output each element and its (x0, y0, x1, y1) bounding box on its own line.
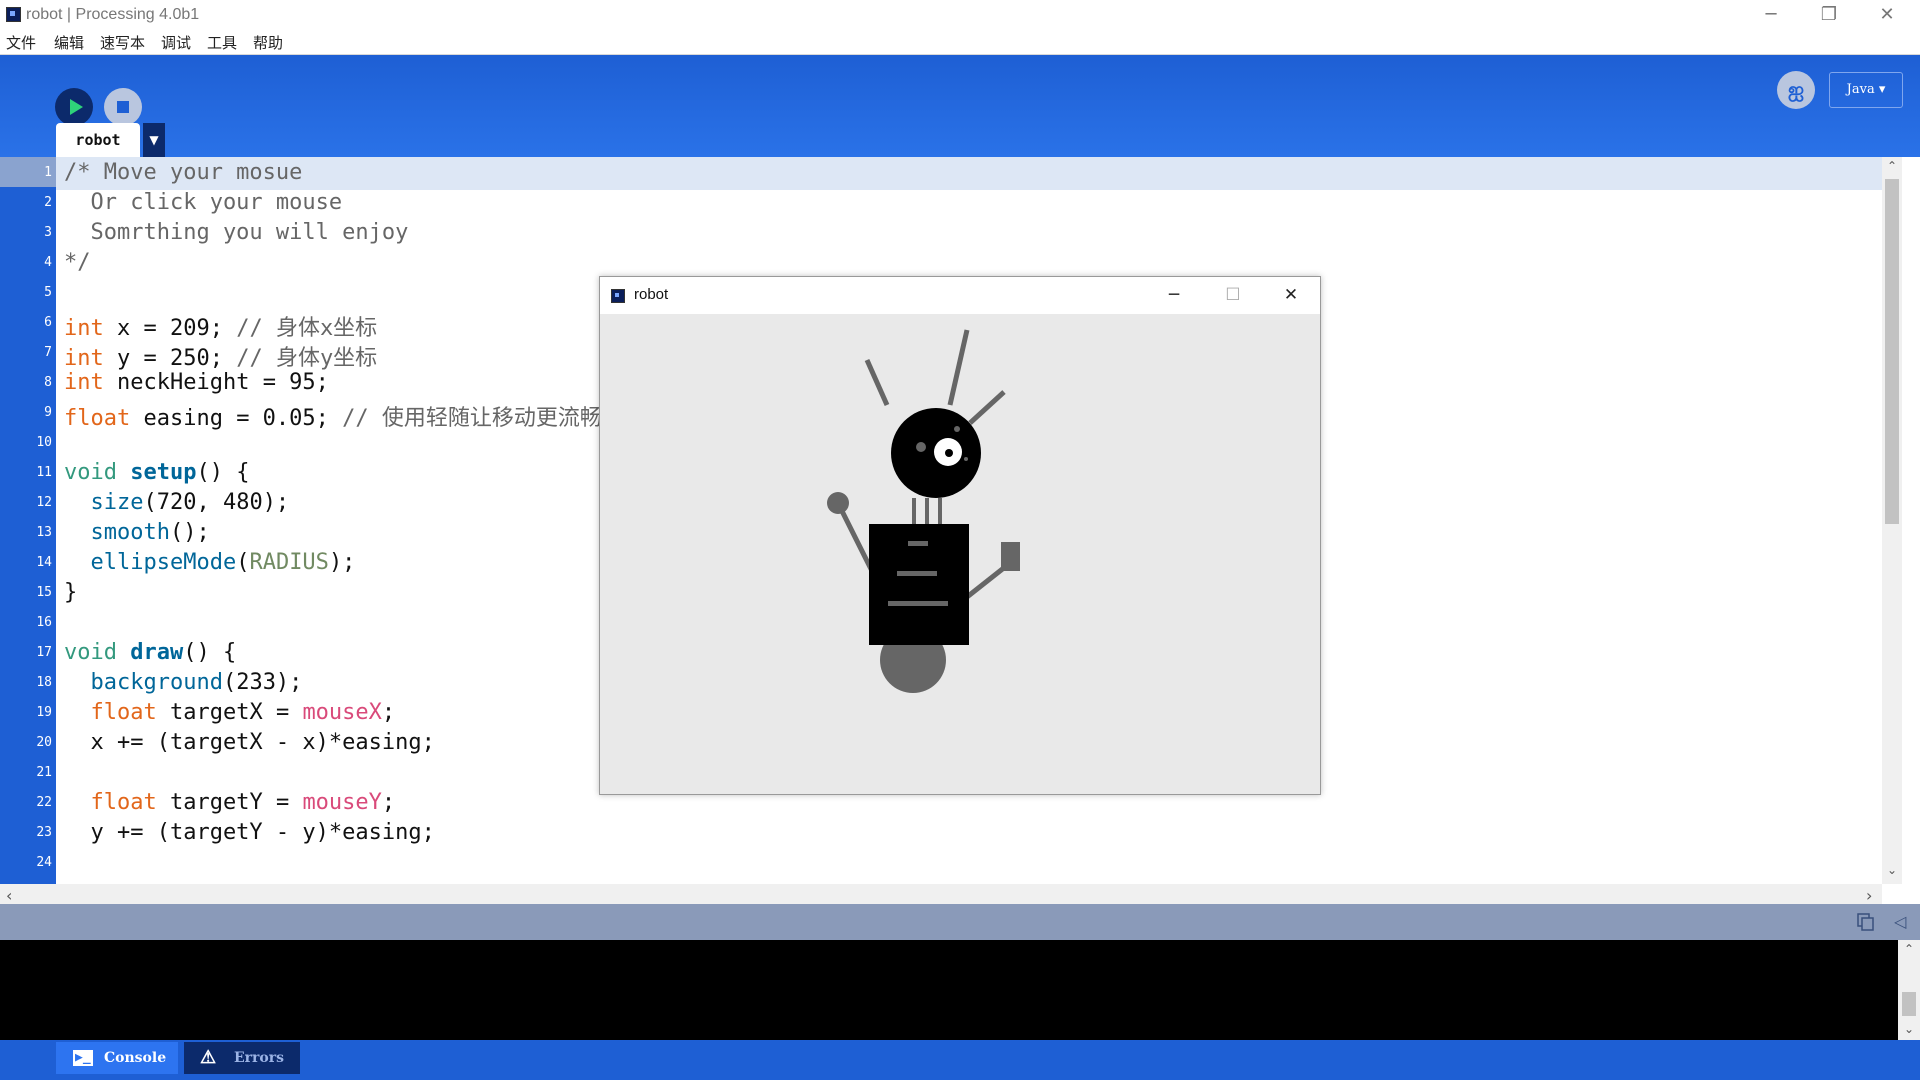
console-scroll-up[interactable]: ⌃ (1904, 942, 1914, 956)
errors-tab[interactable]: ⚠ Errors (184, 1042, 300, 1074)
tab-robot[interactable]: robot (56, 123, 140, 157)
line-number: 9 (44, 405, 52, 420)
scroll-down-arrow[interactable]: ⌄ (1887, 863, 1897, 877)
window-title: robot | Processing 4.0b1 (26, 6, 200, 23)
console-scroll-thumb[interactable] (1902, 992, 1916, 1016)
maximize-button[interactable]: ❐ (1800, 0, 1858, 30)
editor-horizontal-scrollbar[interactable]: ‹ › (0, 884, 1882, 905)
code-line: } (64, 580, 78, 605)
sketch-window[interactable]: robot ─ ☐ ✕ (599, 276, 1321, 795)
toolbar: ஐ Java ▾ (0, 55, 1920, 157)
code-line: int y = 250; // 身体y坐标 (64, 346, 378, 371)
line-number: 5 (44, 285, 52, 300)
line-number: 13 (36, 525, 52, 540)
minimize-button[interactable]: ─ (1742, 0, 1800, 30)
line-number: 2 (44, 195, 52, 210)
line-number: 15 (36, 585, 52, 600)
processing-app-icon (6, 7, 21, 22)
line-number: 22 (36, 795, 52, 810)
title-bar: robot | Processing 4.0b1 ─ ❐ ✕ (0, 0, 1920, 30)
line-number: 7 (44, 345, 52, 360)
sketch-close-button[interactable]: ✕ (1262, 277, 1320, 314)
console-icon: ▶_ (73, 1050, 93, 1066)
console-scrollbar[interactable]: ⌃ ⌄ (1898, 940, 1920, 1040)
console-tab-label: Console (104, 1050, 167, 1066)
code-line: Somrthing you will enjoy (64, 220, 409, 245)
code-line: void draw() { (64, 640, 237, 665)
errors-tab-label: Errors (234, 1050, 285, 1066)
line-number: 18 (36, 675, 52, 690)
code-line: void setup() { (64, 460, 250, 485)
scroll-left-arrow[interactable]: ‹ (6, 886, 12, 905)
line-number: 4 (44, 255, 52, 270)
editor-vertical-scrollbar[interactable]: ⌃ ⌄ (1882, 157, 1902, 884)
code-line: size(720, 480); (90, 490, 290, 515)
line-number: 19 (36, 705, 52, 720)
scroll-up-arrow[interactable]: ⌃ (1887, 159, 1897, 173)
code-line: int neckHeight = 95; (64, 370, 329, 395)
tab-menu-button[interactable]: ▼ (143, 123, 165, 157)
line-number: 11 (36, 465, 52, 480)
menu-sketch[interactable]: 速写本 (100, 32, 145, 53)
run-button[interactable] (55, 88, 93, 126)
code-line: Or click your mouse (64, 190, 343, 215)
menu-file[interactable]: 文件 (6, 32, 36, 53)
line-number-gutter: 1 2 3 4 5 6 7 8 9 10 11 12 13 14 15 16 17 18 19 20 21 22 23 24 (0, 157, 56, 884)
line-number: 6 (44, 315, 52, 330)
code-line: */ (64, 250, 91, 275)
code-line: x += (targetX - x)*easing; (64, 730, 435, 755)
line-number: 20 (36, 735, 52, 750)
warning-icon: ⚠ (200, 1047, 217, 1068)
current-line-highlight (56, 157, 1882, 190)
footer-bar: ▶_ Console ⚠ Errors (0, 1040, 1920, 1080)
code-line: float easing = 0.05; // 使用轻随让移动更流畅 (64, 406, 602, 431)
copy-icon[interactable] (1857, 913, 1875, 931)
menu-bar: 文件 编辑 速写本 调试 工具 帮助 (0, 30, 1920, 55)
code-line: float targetY = mouseY; (90, 790, 396, 815)
menu-edit[interactable]: 编辑 (54, 32, 84, 53)
line-number: 24 (36, 855, 52, 870)
debug-button[interactable]: ஐ (1777, 71, 1815, 109)
butterfly-icon: ஐ (1787, 77, 1805, 101)
sketch-maximize-button[interactable]: ☐ (1204, 277, 1262, 314)
sketch-window-title: robot (634, 286, 669, 303)
menu-tools[interactable]: 工具 (207, 32, 237, 53)
line-number: 14 (36, 555, 52, 570)
line-number: 16 (36, 615, 52, 630)
status-bar: ◁ (0, 904, 1920, 940)
sketch-canvas[interactable] (600, 314, 1320, 794)
close-button[interactable]: ✕ (1858, 0, 1916, 30)
code-line: ellipseMode(RADIUS); (90, 550, 356, 575)
processing-app-icon (611, 289, 625, 303)
menu-help[interactable]: 帮助 (253, 32, 283, 53)
mode-selector[interactable]: Java ▾ (1829, 72, 1903, 108)
line-number: 10 (36, 435, 52, 450)
scroll-right-arrow[interactable]: › (1866, 886, 1872, 905)
line-number: 8 (44, 375, 52, 390)
console-output[interactable] (0, 940, 1898, 1040)
line-number: 1 (44, 165, 52, 180)
line-number: 12 (36, 495, 52, 510)
code-line: /* Move your mosue (64, 160, 303, 185)
line-number: 23 (36, 825, 52, 840)
collapse-console-icon[interactable]: ◁ (1894, 912, 1906, 931)
line-number: 17 (36, 645, 52, 660)
sketch-minimize-button[interactable]: ─ (1145, 277, 1203, 314)
sketch-title-bar: robot ─ ☐ ✕ (600, 277, 1320, 314)
code-line: int x = 209; // 身体x坐标 (64, 316, 378, 341)
code-line: smooth(); (90, 520, 210, 545)
line-number: 3 (44, 225, 52, 240)
code-line: background(233); (90, 670, 303, 695)
menu-debug[interactable]: 调试 (161, 32, 191, 53)
line-number: 21 (36, 765, 52, 780)
console-scroll-down[interactable]: ⌄ (1904, 1022, 1914, 1036)
stop-button[interactable] (104, 88, 142, 126)
code-line: float targetX = mouseX; (90, 700, 396, 725)
code-line: y += (targetY - y)*easing; (64, 820, 435, 845)
console-tab[interactable]: ▶_ Console (56, 1042, 178, 1074)
scroll-thumb[interactable] (1885, 179, 1899, 524)
